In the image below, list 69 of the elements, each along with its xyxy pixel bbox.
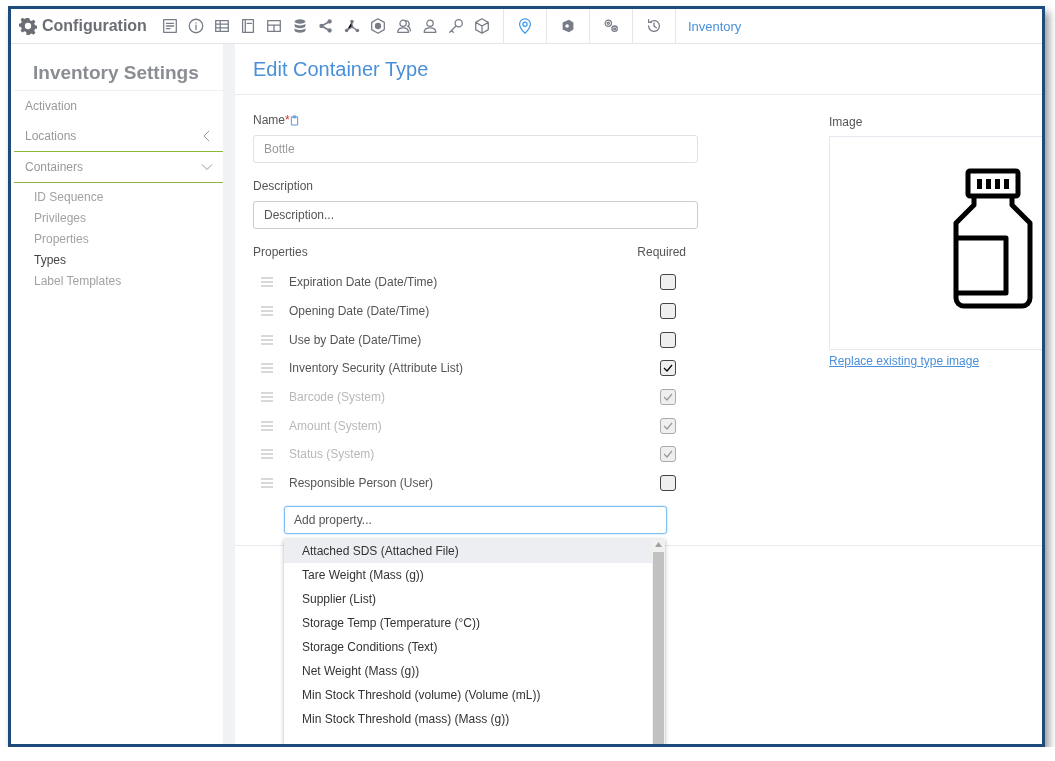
drag-handle-icon[interactable] (261, 449, 273, 460)
sidebar-subitem[interactable]: Privileges (14, 208, 87, 229)
property-name: Expiration Date (Date/Time) (289, 275, 439, 290)
scrollbar[interactable] (652, 539, 665, 744)
app-title: Configuration (42, 17, 147, 35)
dropdown-option[interactable]: Storage Conditions (Text) (284, 635, 652, 659)
drag-handle-icon[interactable] (261, 478, 273, 489)
column-header: Required (637, 245, 686, 259)
property-name: Responsible Person (User) (289, 476, 435, 491)
sidebar-item[interactable]: Locations (25, 129, 77, 143)
field-label: Description (253, 179, 314, 193)
property-name: Amount (System) (289, 418, 383, 433)
scroll-up-icon[interactable] (655, 542, 662, 547)
dropdown-option[interactable]: Storage Temp (Temperature (°C)) (284, 611, 652, 635)
property-name: Use by Date (Date/Time) (289, 332, 423, 347)
drag-handle-icon[interactable] (261, 306, 273, 317)
dropdown-option[interactable]: Min Stock Threshold (mass) (Mass (g)) (284, 707, 652, 731)
field-label: Name (253, 113, 285, 127)
properties-label: Properties (253, 245, 308, 259)
grid-button[interactable] (264, 17, 283, 35)
property-name: Inventory Security (Attribute List) (289, 361, 465, 376)
sidebar-title: Inventory Settings (14, 44, 223, 91)
dropdown-option[interactable]: Attached SDS (Attached File) (284, 539, 652, 563)
required-checkbox[interactable] (660, 274, 676, 291)
field-label: Image (829, 115, 863, 129)
breadcrumb-link[interactable]: Inventory (687, 18, 742, 34)
property-name: Status (System) (289, 447, 376, 462)
replace-image-link[interactable]: Replace existing type image (829, 354, 980, 368)
clipboard-icon[interactable] (289, 114, 299, 126)
settings-icon (19, 17, 37, 35)
dropdown-option[interactable]: Min Stock Threshold (volume) (Volume (mL)) (284, 683, 652, 707)
drag-handle-icon[interactable] (261, 420, 273, 431)
required-mark: * (285, 113, 290, 127)
required-checkbox[interactable] (660, 360, 676, 377)
key-button[interactable] (446, 17, 465, 35)
required-checkbox[interactable] (660, 331, 676, 348)
page-title: Edit Container Type (235, 44, 1042, 95)
name-field[interactable]: Bottle (253, 135, 698, 163)
check-icon (663, 363, 673, 374)
cube-button[interactable] (472, 17, 491, 35)
info-button[interactable] (186, 17, 205, 35)
drag-handle-icon[interactable] (261, 363, 273, 374)
sidebar-subitem[interactable]: Properties (14, 229, 89, 250)
form-button[interactable] (160, 17, 179, 35)
drag-handle-icon[interactable] (261, 334, 273, 345)
dropdown-option[interactable]: Tare Weight (Mass (g)) (284, 563, 652, 587)
table-button[interactable] (212, 17, 231, 35)
network-button[interactable] (342, 17, 361, 35)
sidebar-subitem[interactable]: ID Sequence (14, 187, 104, 208)
drag-handle-icon[interactable] (261, 277, 273, 288)
hexagon-button[interactable] (368, 17, 387, 35)
description-field[interactable]: Description... (253, 201, 698, 229)
sidebar-subitem[interactable]: Label Templates (14, 271, 122, 292)
share-button[interactable] (316, 17, 335, 35)
required-checkbox[interactable] (660, 475, 676, 492)
required-checkbox[interactable] (660, 303, 676, 320)
sidebar-item[interactable]: Containers (25, 160, 84, 174)
sidebar-subitem[interactable]: Types (14, 250, 66, 271)
sidebar-item[interactable]: Activation (25, 99, 78, 113)
dropdown-option[interactable]: Supplier (List) (284, 587, 652, 611)
property-name: Opening Date (Date/Time) (289, 304, 431, 319)
check-icon (663, 392, 673, 403)
add-property-field[interactable]: Add property... (284, 505, 667, 534)
drag-handle-icon[interactable] (261, 392, 273, 403)
users-button[interactable] (394, 17, 413, 35)
check-icon (663, 449, 673, 460)
dropdown-option[interactable]: Net Weight (Mass (g)) (284, 659, 652, 683)
property-name: Barcode (System) (289, 390, 387, 405)
check-icon (663, 420, 673, 431)
